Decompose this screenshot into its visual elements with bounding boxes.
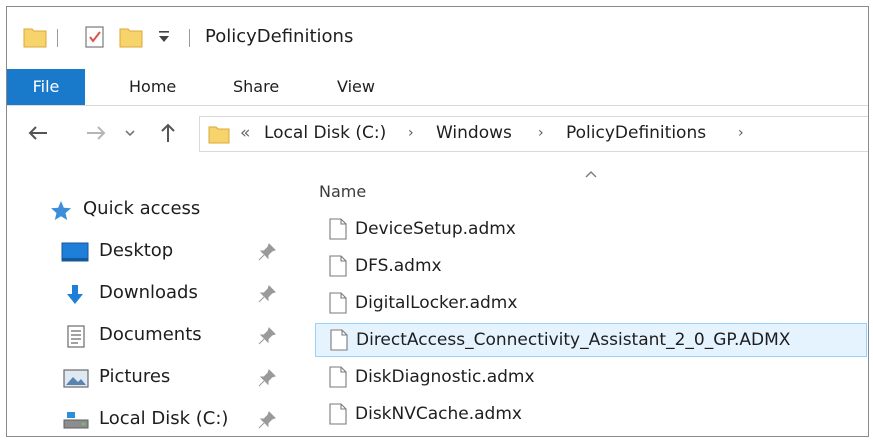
nav-item-pictures[interactable]: Pictures [7, 360, 297, 396]
documents-icon [67, 325, 85, 348]
breadcrumb-chevron-icon[interactable]: › [538, 125, 544, 141]
folder-icon[interactable] [23, 25, 47, 49]
customize-toolbar-dropdown-icon[interactable] [157, 29, 171, 45]
breadcrumb-windows[interactable]: Windows [436, 123, 512, 143]
pictures-icon [63, 369, 89, 388]
file-row[interactable]: DigitalLocker.admx [315, 287, 867, 321]
tab-file[interactable]: File [7, 69, 85, 105]
address-bar[interactable]: « Local Disk (C:) › Windows › PolicyDefi… [199, 116, 868, 152]
ribbon-tabs: File Home Share View [7, 69, 868, 106]
forward-arrow-icon[interactable] [83, 120, 109, 146]
star-icon [51, 201, 71, 220]
breadcrumb-chevron-icon[interactable]: › [738, 125, 744, 141]
file-name: DigitalLocker.admx [355, 293, 518, 313]
file-list: Name DeviceSetup.admx DFS.admx DigitalLo… [307, 162, 868, 436]
nav-item-label: Quick access [83, 198, 201, 219]
toolbar-separator [189, 29, 190, 47]
sort-ascending-icon [585, 171, 597, 178]
file-icon [330, 329, 348, 351]
column-header-name[interactable]: Name [319, 182, 366, 201]
file-name: DiskNVCache.admx [355, 404, 522, 424]
pin-icon[interactable] [257, 284, 277, 304]
file-row-selected[interactable]: DirectAccess_Connectivity_Assistant_2_0_… [315, 323, 867, 357]
file-row[interactable]: DFS.admx [315, 250, 867, 284]
file-icon [329, 292, 347, 314]
back-arrow-icon[interactable] [25, 120, 51, 146]
nav-item-label: Pictures [99, 366, 171, 387]
explorer-window: PolicyDefinitions File Home Share View «… [6, 6, 869, 437]
pin-icon[interactable] [257, 368, 277, 388]
breadcrumb-policydefinitions[interactable]: PolicyDefinitions [566, 123, 706, 143]
navigation-pane: Quick access Desktop Downloads Documents… [7, 162, 307, 436]
properties-checkmark-icon[interactable] [83, 25, 107, 49]
navigation-bar: « Local Disk (C:) › Windows › PolicyDefi… [7, 106, 868, 162]
desktop-icon [61, 242, 89, 262]
new-folder-icon[interactable] [119, 25, 143, 49]
pin-icon[interactable] [257, 242, 277, 262]
breadcrumb-chevron-icon[interactable]: › [408, 125, 414, 141]
nav-item-documents[interactable]: Documents [7, 318, 297, 354]
nav-item-label: Desktop [99, 240, 174, 261]
download-arrow-icon [67, 285, 83, 304]
tab-share[interactable]: Share [233, 69, 279, 105]
nav-item-desktop[interactable]: Desktop [7, 234, 297, 270]
file-icon [329, 255, 347, 277]
window-title: PolicyDefinitions [205, 26, 354, 47]
breadcrumb-local-disk[interactable]: Local Disk (C:) [264, 123, 386, 143]
toolbar-separator [57, 29, 58, 47]
breadcrumb-overflow[interactable]: « [240, 123, 250, 143]
nav-item-label: Downloads [99, 282, 198, 303]
tab-home[interactable]: Home [129, 69, 176, 105]
file-row[interactable]: DiskDiagnostic.admx [315, 361, 867, 395]
nav-item-downloads[interactable]: Downloads [7, 276, 297, 312]
file-name: DirectAccess_Connectivity_Assistant_2_0_… [356, 330, 791, 350]
pin-icon[interactable] [257, 410, 277, 430]
nav-item-quick-access[interactable]: Quick access [7, 192, 297, 228]
file-name: DiskDiagnostic.admx [355, 367, 535, 387]
nav-item-local-disk[interactable]: Local Disk (C:) [7, 402, 297, 436]
file-icon [329, 218, 347, 240]
drive-icon [63, 412, 89, 429]
title-bar: PolicyDefinitions [7, 7, 868, 69]
file-name: DFS.admx [355, 256, 442, 276]
up-arrow-icon[interactable] [155, 120, 181, 146]
nav-item-label: Documents [99, 324, 202, 345]
tab-view[interactable]: View [337, 69, 375, 105]
folder-icon [208, 126, 230, 144]
recent-locations-chevron-icon[interactable] [123, 120, 137, 146]
pin-icon[interactable] [257, 326, 277, 346]
file-row[interactable]: DiskNVCache.admx [315, 398, 867, 432]
nav-item-label: Local Disk (C:) [99, 408, 229, 429]
file-name: DeviceSetup.admx [355, 219, 516, 239]
file-icon [329, 366, 347, 388]
file-row[interactable]: DeviceSetup.admx [315, 213, 867, 247]
file-icon [329, 403, 347, 425]
